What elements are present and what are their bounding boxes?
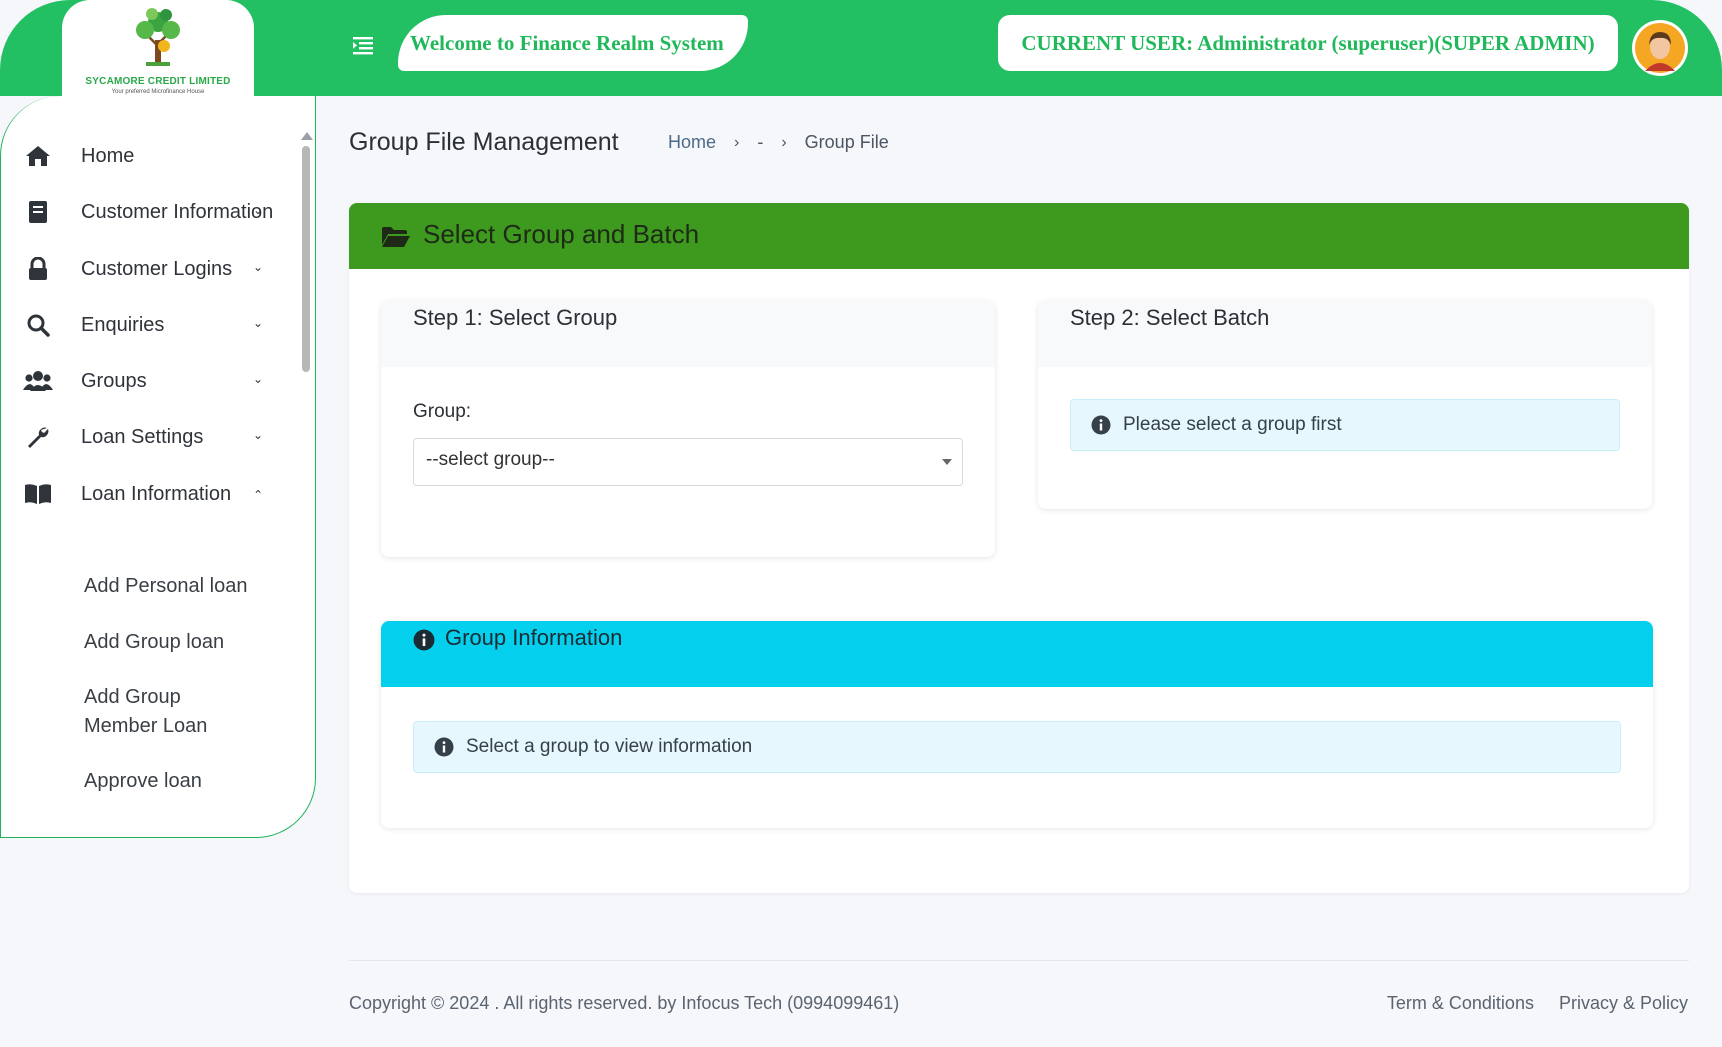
chevron-down-icon: ⌄ [253,316,264,330]
users-icon [23,368,53,394]
group-information-header: Group Information [381,621,1653,687]
sidebar-scrollbar[interactable] [301,132,313,372]
chevron-up-icon: ⌄ [253,487,264,501]
sidebar-item-label: Customer Information [81,200,274,223]
panel-header: Select Group and Batch [349,203,1689,269]
sidebar-item-label: Customer Logins [81,257,233,280]
breadcrumb: Home › - › Group File [668,132,889,153]
terms-link[interactable]: Term & Conditions [1387,993,1534,1014]
current-user-text: CURRENT USER: Administrator (superuser)(… [1021,30,1595,55]
sidebar-item-loan-settings[interactable]: Loan Settings ⌄ [23,421,293,453]
submenu-approve-loan[interactable]: Approve loan [84,767,202,796]
welcome-banner: Welcome to Finance Realm System [398,15,748,71]
user-avatar-icon [1635,23,1685,73]
group-select-value: --select group-- [426,449,555,470]
book-icon [23,481,53,507]
breadcrumb-item: - [757,132,764,152]
sidebar-item-enquiries[interactable]: Enquiries ⌄ [23,309,293,341]
group-information-alert: Select a group to view information [413,721,1621,773]
lock-icon [23,256,53,282]
select-group-alert: Please select a group first [1070,399,1620,451]
scroll-up-icon[interactable] [301,132,313,140]
group-information-card: Group Information Select a group to view… [381,621,1653,828]
submenu-add-personal-loan[interactable]: Add Personal loan [84,572,247,601]
step1-card: Step 1: Select Group Group: --select gro… [381,301,995,557]
sidebar: Home Customer Information ⌄ Customer Log… [0,96,316,838]
sidebar-item-label: Enquiries [81,313,165,336]
privacy-link[interactable]: Privacy & Policy [1559,993,1688,1014]
footer-links: Term & Conditions Privacy & Policy [1387,993,1688,1014]
menu-toggle-icon[interactable] [350,34,376,58]
sidebar-item-customer-logins[interactable]: Customer Logins ⌄ [23,253,293,285]
sidebar-item-label: Loan Information [81,482,232,505]
wrench-icon [23,424,53,450]
tree-logo-icon [136,8,180,66]
footer-divider [349,960,1689,961]
sidebar-item-customer-information[interactable]: Customer Information ⌄ [23,196,293,228]
company-name: SYCAMORE CREDIT LIMITED [85,76,231,87]
group-batch-panel: Select Group and Batch Step 1: Select Gr… [349,203,1689,893]
welcome-text: Welcome to Finance Realm System [410,30,724,55]
chevron-down-icon: ⌄ [253,372,264,386]
breadcrumb-separator-icon: › [781,133,787,151]
alert-message: Please select a group first [1123,414,1342,435]
chevron-down-icon: ⌄ [253,260,264,274]
company-tagline: Your preferred Microfinance House [111,89,205,95]
breadcrumb-separator-icon: › [734,133,740,151]
submenu-add-group-member-loan[interactable]: Add Group Member Loan [84,683,234,741]
footer-copyright: Copyright © 2024 . All rights reserved. … [349,993,900,1013]
home-icon [23,143,53,169]
search-icon [23,312,53,338]
breadcrumb-current: Group File [804,132,889,152]
info-icon [413,629,435,651]
group-information-title: Group Information [445,625,623,650]
info-icon [1091,415,1111,435]
group-label: Group: [413,401,472,422]
avatar[interactable] [1632,20,1688,76]
sidebar-item-groups[interactable]: Groups ⌄ [23,365,293,397]
caret-down-icon [942,459,952,465]
info-icon [434,737,454,757]
scroll-thumb[interactable] [302,146,310,372]
current-user-banner: CURRENT USER: Administrator (superuser)(… [998,15,1618,71]
step2-card: Step 2: Select Batch Please select a gro… [1038,301,1652,509]
group-select[interactable]: --select group-- [413,438,963,486]
sidebar-item-label: Loan Settings [81,425,204,448]
panel-title: Select Group and Batch [423,219,700,249]
page-title: Group File Management [349,128,619,156]
chevron-down-icon: ⌄ [253,203,264,217]
document-icon [23,199,53,225]
folder-open-icon [382,227,410,247]
submenu-add-group-loan[interactable]: Add Group loan [84,628,224,657]
sidebar-item-label: Home [81,144,135,167]
breadcrumb-home-link[interactable]: Home [668,132,716,153]
sidebar-item-home[interactable]: Home [23,140,293,172]
step1-title: Step 1: Select Group [381,301,995,367]
sidebar-item-label: Groups [81,369,147,392]
company-logo[interactable]: SYCAMORE CREDIT LIMITED Your preferred M… [62,0,254,110]
step2-title: Step 2: Select Batch [1038,301,1652,367]
chevron-down-icon: ⌄ [253,428,264,442]
sidebar-item-loan-information[interactable]: Loan Information ⌄ [23,478,293,510]
top-bar: Welcome to Finance Realm System CURRENT … [0,0,1722,96]
alert-message: Select a group to view information [466,736,753,757]
